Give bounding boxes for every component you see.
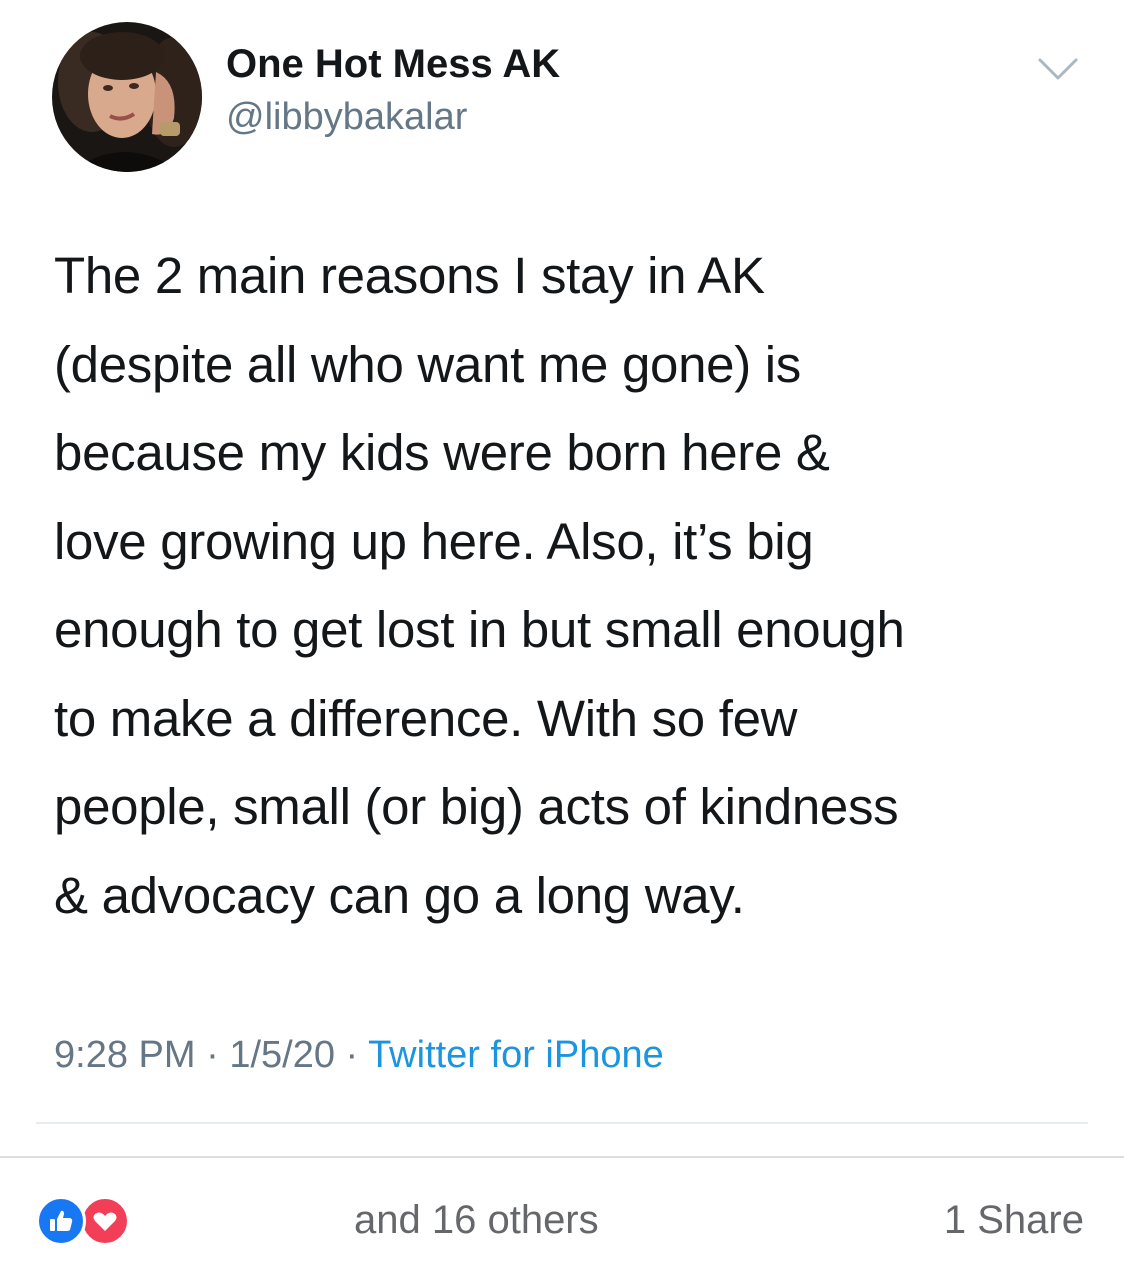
tweet-text-line: because my kids were born here & [54, 424, 830, 481]
tweet-time[interactable]: 9:28 PM [54, 1034, 196, 1076]
tweet-text-line: (despite all who want me gone) is [54, 335, 801, 393]
user-handle[interactable]: @libbybakalar [226, 96, 467, 139]
chevron-down-icon[interactable] [1036, 54, 1080, 84]
profile-photo-icon [52, 22, 202, 172]
tweet-meta: 9:28 PM · 1/5/20 · Twitter for iPhone [54, 1034, 664, 1077]
tweet-text: The 2 main reasons I stay in AK (despite… [54, 232, 1094, 940]
tweet-text-line: to make a difference. With so few [54, 689, 798, 747]
tweet-card: One Hot Mess AK @libbybakalar The 2 main… [0, 0, 1124, 1156]
tweet-text-line: & advocacy can go a long way. [54, 866, 745, 924]
divider [36, 1122, 1088, 1124]
reaction-count[interactable]: and 16 others [354, 1198, 599, 1243]
reaction-bar: and 16 others 1 Share [0, 1158, 1124, 1276]
tweet-text-line: love growing up here. Also, it’s big [54, 512, 814, 570]
tweet-text-line: The 2 main reasons I stay in AK [54, 247, 765, 304]
share-count[interactable]: 1 Share [944, 1198, 1084, 1243]
display-name[interactable]: One Hot Mess AK [226, 42, 560, 87]
tweet-text-line: people, small (or big) acts of kindness [54, 778, 899, 835]
like-icon [36, 1196, 86, 1246]
tweet-source-link[interactable]: Twitter for iPhone [368, 1034, 664, 1076]
love-icon [80, 1196, 130, 1246]
avatar[interactable] [52, 22, 202, 172]
meta-separator: · [334, 1034, 369, 1076]
tweet-date[interactable]: 1/5/20 [229, 1034, 335, 1076]
tweet-text-line: enough to get lost in but small enough [54, 601, 905, 658]
meta-separator: · [195, 1034, 230, 1076]
reactions-summary[interactable] [36, 1196, 132, 1246]
